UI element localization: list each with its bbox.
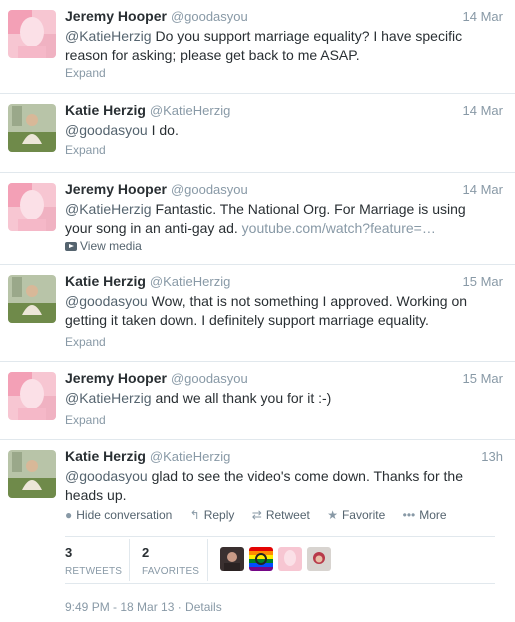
- stats-divider: [129, 539, 130, 581]
- more-label: More: [419, 508, 447, 522]
- tweet-text-line: getting it taken down. I definitely supp…: [65, 312, 429, 328]
- tweet-item[interactable]: Jeremy Hooper @goodasyou 14 Mar @KatieHer…: [0, 0, 515, 94]
- retweets-label: RETWEETS: [65, 566, 123, 577]
- favorite-label: Favorite: [341, 508, 386, 522]
- engager-avatar[interactable]: [307, 547, 331, 571]
- favorites-label: FAVORITES: [142, 566, 200, 577]
- reply-label: Reply: [203, 508, 235, 522]
- reply-button[interactable]: ↰ Reply: [190, 508, 235, 522]
- stats-divider: [207, 539, 208, 581]
- author-name[interactable]: Jeremy Hooper: [65, 8, 167, 24]
- more-dots-icon: •••: [402, 508, 416, 522]
- jeremy-avatar[interactable]: [8, 183, 56, 231]
- tweet-text: @KatieHerzig Fantastic. The National Org…: [65, 200, 485, 238]
- author-handle[interactable]: @goodasyou: [171, 182, 248, 197]
- tweet-text-line: glad to see the video's come down. Thank…: [147, 468, 463, 484]
- author-handle[interactable]: @goodasyou: [171, 371, 248, 386]
- tweet-text: @goodasyou glad to see the video's come …: [65, 467, 485, 505]
- expand-link[interactable]: Expand: [65, 335, 106, 349]
- jeremy-avatar[interactable]: [278, 547, 302, 571]
- tweet-text-line: your song in an anti-gay ad.: [65, 220, 242, 236]
- tweet-time[interactable]: 15 Mar: [463, 371, 503, 386]
- mention-link[interactable]: @goodasyou: [65, 122, 148, 138]
- mention-link[interactable]: @goodasyou: [65, 468, 148, 484]
- engager-avatars: [220, 547, 336, 571]
- mention-link[interactable]: @goodasyou: [65, 293, 148, 309]
- tweet-text-line: Wow, that is not something I approved. W…: [147, 293, 468, 309]
- tweet-header: Katie Herzig @KatieHerzig 13h: [65, 448, 505, 466]
- tweet-time[interactable]: 15 Mar: [463, 274, 503, 289]
- view-media-label: View media: [80, 239, 142, 253]
- katie-avatar[interactable]: [8, 450, 56, 498]
- author-name[interactable]: Katie Herzig: [65, 448, 146, 464]
- katie-avatar[interactable]: [8, 275, 56, 323]
- hide-conversation-label: Hide conversation: [76, 508, 173, 522]
- tweet-item[interactable]: Katie Herzig @KatieHerzig 14 Mar @goodasy…: [0, 94, 515, 173]
- tweet-text-line: reason for asking; please get back to me…: [65, 47, 360, 63]
- tweet-text: @goodasyou Wow, that is not something I …: [65, 292, 485, 330]
- author-handle[interactable]: @KatieHerzig: [150, 274, 230, 289]
- tweet-text-line: Fantastic. The National Org. For Marriag…: [151, 201, 466, 217]
- hide-conversation-button[interactable]: ● Hide conversation: [65, 508, 172, 522]
- tweet-header: Katie Herzig @KatieHerzig 15 Mar: [65, 273, 505, 291]
- more-button[interactable]: ••• More: [403, 508, 447, 522]
- author-handle[interactable]: @KatieHerzig: [150, 449, 230, 464]
- mention-link[interactable]: @KatieHerzig: [65, 201, 152, 217]
- mention-link[interactable]: @KatieHerzig: [65, 390, 152, 406]
- tweet-item-expanded[interactable]: Katie Herzig @KatieHerzig 13h @goodasyou …: [0, 440, 515, 622]
- tweet-item[interactable]: Katie Herzig @KatieHerzig 15 Mar @goodasy…: [0, 265, 515, 362]
- tweet-header: Jeremy Hooper @goodasyou 14 Mar: [65, 8, 505, 26]
- retweets-count: 3: [65, 545, 73, 560]
- youtube-link[interactable]: youtube.com/watch?feature=…: [242, 220, 436, 236]
- tweet-stats: 3 RETWEETS 2 FAVORITES: [65, 536, 495, 584]
- author-name[interactable]: Katie Herzig: [65, 102, 146, 118]
- retweet-icon: ⇄: [251, 508, 262, 522]
- tweet-time[interactable]: 14 Mar: [463, 103, 503, 118]
- tweet-text: @KatieHerzig and we all thank you for it…: [65, 389, 485, 408]
- tweet-text: @goodasyou I do.: [65, 121, 485, 140]
- rainbow-avatar[interactable]: [249, 547, 273, 571]
- tweet-actions: ● Hide conversation ↰ Reply ⇄ Retweet ★ Favo…: [65, 508, 461, 526]
- favorites-stat[interactable]: 2 FAVORITES: [142, 545, 199, 577]
- katie-avatar[interactable]: [8, 104, 56, 152]
- tweet-time[interactable]: 14 Mar: [463, 182, 503, 197]
- tweet-text-line: heads up.: [65, 487, 127, 503]
- author-handle[interactable]: @goodasyou: [171, 9, 248, 24]
- speech-bubble-icon: ●: [65, 508, 73, 522]
- tweet-time[interactable]: 13h: [481, 449, 503, 464]
- tweet-header: Katie Herzig @KatieHerzig 14 Mar: [65, 102, 505, 120]
- tweet-item[interactable]: Jeremy Hooper @goodasyou 14 Mar @KatieHer…: [0, 173, 515, 265]
- author-name[interactable]: Jeremy Hooper: [65, 370, 167, 386]
- tweet-text-line: Do you support marriage equality? I have…: [151, 28, 463, 44]
- retweet-label: Retweet: [265, 508, 310, 522]
- retweets-stat[interactable]: 3 RETWEETS: [65, 545, 122, 577]
- tweet-text-line: and we all thank you for it :-): [151, 390, 332, 406]
- expand-link[interactable]: Expand: [65, 66, 106, 80]
- reply-arrow-icon: ↰: [189, 508, 200, 522]
- jeremy-avatar[interactable]: [8, 10, 56, 58]
- expand-link[interactable]: Expand: [65, 143, 106, 157]
- view-media-link[interactable]: View media: [65, 239, 142, 253]
- favorite-button[interactable]: ★ Favorite: [327, 508, 385, 522]
- engager-avatar[interactable]: [220, 547, 244, 571]
- star-icon: ★: [327, 508, 338, 522]
- play-icon: [65, 242, 77, 251]
- tweet-header: Jeremy Hooper @goodasyou 14 Mar: [65, 181, 505, 199]
- tweet-header: Jeremy Hooper @goodasyou 15 Mar: [65, 370, 505, 388]
- retweet-button[interactable]: ⇄ Retweet: [252, 508, 310, 522]
- tweet-text-line: I do.: [147, 122, 179, 138]
- tweet-timestamp-details[interactable]: 9:49 PM - 18 Mar 13 · Details: [65, 600, 222, 614]
- tweet-item[interactable]: Jeremy Hooper @goodasyou 15 Mar @KatieHer…: [0, 362, 515, 440]
- author-name[interactable]: Katie Herzig: [65, 273, 146, 289]
- author-handle[interactable]: @KatieHerzig: [150, 103, 230, 118]
- expand-link[interactable]: Expand: [65, 413, 106, 427]
- favorites-count: 2: [142, 545, 150, 560]
- tweet-text: @KatieHerzig Do you support marriage equ…: [65, 27, 485, 65]
- jeremy-avatar[interactable]: [8, 372, 56, 420]
- tweet-time[interactable]: 14 Mar: [463, 9, 503, 24]
- author-name[interactable]: Jeremy Hooper: [65, 181, 167, 197]
- mention-link[interactable]: @KatieHerzig: [65, 28, 152, 44]
